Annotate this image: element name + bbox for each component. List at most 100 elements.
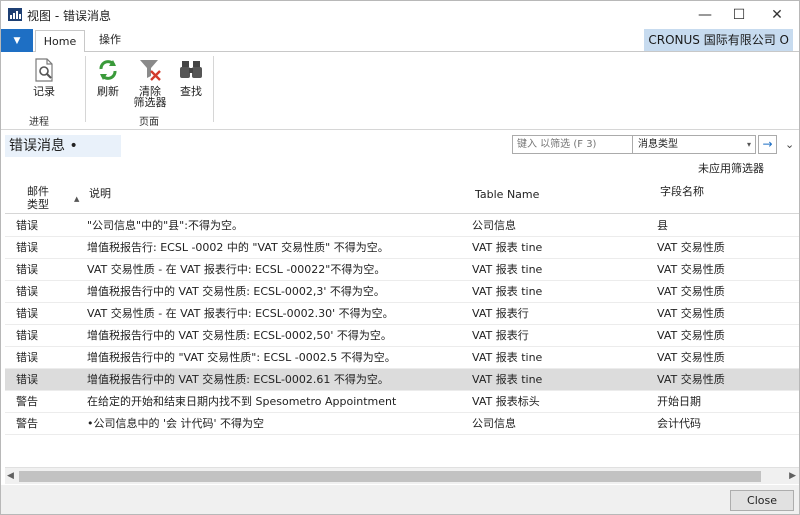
chevron-down-icon: ▼ — [13, 35, 21, 46]
table-row[interactable]: 错误 增值税报告行: ECSL -0002 中的 "VAT 交易性质" 不得为空。… — [5, 237, 799, 259]
refresh-label: 刷新 — [97, 85, 119, 98]
cell-description: VAT 交易性质 - 在 VAT 报表行中: ECSL-0002.30' 不得为… — [87, 307, 394, 320]
app-icon — [8, 8, 22, 21]
binoculars-icon — [180, 61, 202, 78]
cell-table-name: VAT 报表 tine — [472, 263, 543, 276]
grid-rows: 错误 "公司信息"中的"县":不得为空。 公司信息县错误 增值税报告行: ECSL -… — [5, 215, 799, 435]
cell-field-name: 开始日期 — [657, 395, 701, 408]
cell-field-name: VAT 交易性质 — [657, 307, 725, 320]
apply-filter-button[interactable]: → — [758, 135, 777, 154]
cell-field-name: VAT 交易性质 — [657, 351, 725, 364]
find-label: 查找 — [180, 85, 202, 98]
group-label-process: 进程 — [29, 117, 49, 128]
chevron-down-icon[interactable]: ▾ — [742, 136, 756, 153]
cell-message-type: 错误 — [16, 263, 38, 276]
table-row[interactable]: 错误 增值税报告行中的 VAT 交易性质: ECSL-0002,50' 不得为空。… — [5, 325, 799, 347]
clear-filter-icon — [140, 60, 161, 81]
cell-table-name: VAT 报表 tine — [472, 351, 543, 364]
cell-description: "公司信息"中的"县":不得为空。 — [87, 219, 243, 232]
cell-field-name: VAT 交易性质 — [657, 285, 725, 298]
tab-actions[interactable]: 操作 — [89, 29, 131, 52]
scroll-right-icon[interactable]: ▶ — [789, 471, 796, 481]
window-title: 视图 - 错误消息 — [27, 9, 111, 23]
column-header-description[interactable]: 说明 — [89, 187, 111, 200]
ribbon-tab-row: ▼ Home 操作 CRONUS 国际有限公司 O — [1, 29, 799, 53]
cell-table-name: VAT 报表行 — [472, 329, 529, 342]
cell-description: 在给定的开始和结束日期内找不到 Spesometro Appointment — [87, 395, 397, 408]
column-header-table-name[interactable]: Table Name — [475, 188, 539, 201]
ribbon-divider — [213, 56, 214, 122]
record-button[interactable]: 记录 — [29, 56, 59, 97]
sort-ascending-icon: ▲ — [74, 195, 80, 203]
footer: Close — [1, 485, 799, 514]
cell-table-name: 公司信息 — [472, 417, 516, 430]
cell-message-type: 警告 — [16, 417, 38, 430]
cell-message-type: 警告 — [16, 395, 38, 408]
horizontal-scrollbar[interactable]: ◀ ▶ — [5, 467, 799, 484]
ribbon: 记录 进程 刷新 清除 筛选器 页面 查找 — [1, 52, 799, 130]
cell-description: •公司信息中的 '会 计代码' 不得为空 — [87, 417, 265, 430]
cell-message-type: 错误 — [16, 285, 38, 298]
cell-description: VAT 交易性质 - 在 VAT 报表行中: ECSL -00022"不得为空。 — [87, 263, 386, 276]
scroll-left-icon[interactable]: ◀ — [7, 471, 14, 481]
minimize-icon: — — [698, 7, 712, 23]
table-row[interactable]: 警告 在给定的开始和结束日期内找不到 Spesometro Appointment… — [5, 391, 799, 413]
table-row[interactable]: 错误 VAT 交易性质 - 在 VAT 报表行中: ECSL-0002.30' 不… — [5, 303, 799, 325]
column-header-field-name[interactable]: 字段名称 — [660, 185, 704, 198]
cell-description: 增值税报告行中的 VAT 交易性质: ECSL-0002,50' 不得为空。 — [87, 329, 392, 342]
cell-table-name: VAT 报表 tine — [472, 241, 543, 254]
cell-description: 增值税报告行中的 VAT 交易性质: ECSL-0002,3' 不得为空。 — [87, 285, 385, 298]
window: 视图 - 错误消息 — ☐ ✕ ▼ Home 操作 CRONUS 国际有限公司 … — [0, 0, 800, 515]
find-button[interactable]: 查找 — [176, 56, 206, 97]
table-row[interactable]: 错误 "公司信息"中的"县":不得为空。 公司信息 县 — [5, 215, 799, 237]
table-row[interactable]: 错误 增值税报告行中的 "VAT 交易性质": ECSL -0002.5 不得为空… — [5, 347, 799, 369]
table-row[interactable]: 错误 增值税报告行中的 VAT 交易性质: ECSL-0002,3' 不得为空。 V… — [5, 281, 799, 303]
cell-description: 增值税报告行: ECSL -0002 中的 "VAT 交易性质" 不得为空。 — [87, 241, 389, 254]
no-filter-status: 未应用筛选器 — [698, 162, 764, 175]
cell-field-name: VAT 交易性质 — [657, 329, 725, 342]
refresh-icon — [99, 60, 117, 80]
table-row[interactable]: 错误 增值税报告行中的 VAT 交易性质: ECSL-0002.61 不得为空。 V… — [5, 369, 799, 391]
refresh-button[interactable]: 刷新 — [93, 56, 123, 97]
cell-table-name: 公司信息 — [472, 219, 516, 232]
cell-table-name: VAT 报表标头 — [472, 395, 540, 408]
cell-message-type: 错误 — [16, 329, 38, 342]
cell-table-name: VAT 报表 tine — [472, 285, 543, 298]
cell-field-name: VAT 交易性质 — [657, 241, 725, 254]
grid-header: 邮件 类型 ▲ 说明 Table Name 字段名称 — [5, 179, 799, 214]
document-search-icon — [35, 58, 53, 82]
cell-field-name: 县 — [657, 219, 668, 232]
cell-message-type: 错误 — [16, 241, 38, 254]
page-title[interactable]: 错误消息 • — [5, 135, 121, 157]
title-bar: 视图 - 错误消息 — ☐ ✕ — [1, 1, 799, 29]
cell-message-type: 错误 — [16, 219, 38, 232]
record-label: 记录 — [33, 85, 55, 98]
cell-message-type: 错误 — [16, 351, 38, 364]
cell-table-name: VAT 报表行 — [472, 307, 529, 320]
maximize-button[interactable]: ☐ — [719, 3, 759, 27]
table-row[interactable]: 错误 VAT 交易性质 - 在 VAT 报表行中: ECSL -00022"不得为… — [5, 259, 799, 281]
column-header-type[interactable]: 邮件 类型 — [18, 185, 58, 211]
clear-filter-button[interactable]: 清除 筛选器 — [131, 56, 169, 108]
maximize-icon: ☐ — [732, 7, 746, 23]
cell-description: 增值税报告行中的 VAT 交易性质: ECSL-0002.61 不得为空。 — [87, 373, 389, 386]
close-icon: ✕ — [771, 7, 783, 23]
cell-message-type: 错误 — [16, 373, 38, 386]
tab-home[interactable]: Home — [35, 30, 85, 53]
collapse-chevron-icon[interactable]: ⌄ — [785, 138, 794, 151]
clear-filter-label: 清除 筛选器 — [133, 85, 167, 109]
error-message-grid: 邮件 类型 ▲ 说明 Table Name 字段名称 错误 "公司信息"中的"县"… — [5, 179, 799, 461]
cell-message-type: 错误 — [16, 307, 38, 320]
close-window-button[interactable]: ✕ — [757, 3, 797, 27]
cell-description: 增值税报告行中的 "VAT 交易性质": ECSL -0002.5 不得为空。 — [87, 351, 396, 364]
company-name[interactable]: CRONUS 国际有限公司 O — [644, 29, 793, 51]
table-row[interactable]: 警告 •公司信息中的 '会 计代码' 不得为空 公司信息 会计代码 — [5, 413, 799, 435]
close-button[interactable]: Close — [730, 490, 794, 511]
filter-field-select[interactable]: 消息类型 — [634, 136, 742, 153]
app-menu-button[interactable]: ▼ — [1, 29, 33, 52]
cell-table-name: VAT 报表 tine — [472, 373, 543, 386]
filter-input[interactable] — [513, 136, 633, 153]
scrollbar-thumb[interactable] — [19, 471, 761, 482]
arrow-right-icon: → — [762, 137, 773, 151]
cell-field-name: 会计代码 — [657, 417, 701, 430]
